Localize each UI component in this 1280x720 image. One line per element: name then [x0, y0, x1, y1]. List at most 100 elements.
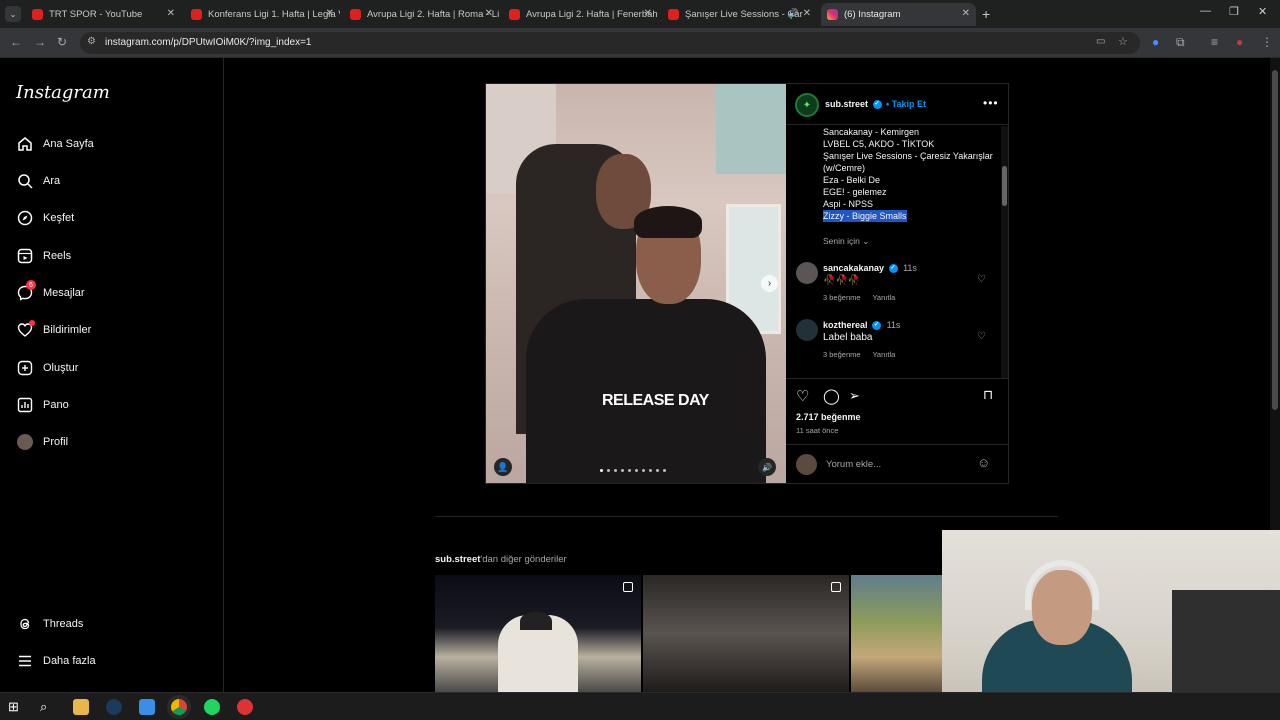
- close-icon[interactable]: ✕: [803, 8, 811, 19]
- browser-tab[interactable]: Avrupa Ligi 2. Hafta | Roma - Li ✕: [344, 3, 499, 26]
- comment-likes[interactable]: 3 beğenme: [823, 350, 861, 359]
- restore-button[interactable]: ❐: [1229, 5, 1239, 18]
- comment-author[interactable]: sancakakanay ✓ 11s: [823, 263, 917, 274]
- comment-text: 🥀🥀🥀: [823, 275, 861, 286]
- comment-likes[interactable]: 3 beğenme: [823, 293, 861, 302]
- browser-tab[interactable]: Konferans Ligi 1. Hafta | Legia V ✕: [185, 3, 340, 26]
- reply-button[interactable]: Yanıtla: [872, 293, 895, 302]
- chrome-icon[interactable]: [171, 699, 187, 715]
- close-icon[interactable]: ✕: [485, 8, 493, 19]
- file-explorer-icon[interactable]: [73, 699, 89, 715]
- comment-time: 11s: [886, 320, 901, 330]
- home-icon: [16, 135, 34, 153]
- avatar[interactable]: [796, 319, 818, 341]
- mute-button[interactable]: 🔊: [758, 458, 776, 476]
- more-posts-suffix: 'dan diğer gönderiler: [480, 554, 567, 565]
- install-app-icon[interactable]: ▭: [1096, 36, 1105, 47]
- sidebar-item-more[interactable]: Daha fazla: [16, 649, 96, 673]
- comment-bubble-icon[interactable]: ◯: [823, 387, 840, 405]
- comment-time: 11s: [903, 263, 917, 273]
- post-media[interactable]: RELEASE DAY › 👤 🔊: [486, 84, 786, 483]
- comment-text: Label baba: [823, 332, 873, 343]
- search-icon[interactable]: ⌕: [40, 699, 56, 715]
- sidebar-item-search[interactable]: Ara: [16, 169, 60, 193]
- sidebar-item-label: Mesajlar: [43, 287, 85, 299]
- more-post-thumbnail[interactable]: [435, 575, 641, 692]
- more-post-thumbnail[interactable]: [643, 575, 849, 692]
- extension-icon[interactable]: ●: [1152, 35, 1159, 49]
- post-username-link[interactable]: sub.street ✓: [825, 99, 882, 110]
- avatar[interactable]: [796, 262, 818, 284]
- comment-author[interactable]: kozthereal ✓ 11s: [823, 320, 901, 331]
- browser-tab-active[interactable]: (6) Instagram ✕: [821, 3, 976, 26]
- app-icon[interactable]: [237, 699, 253, 715]
- next-slide-button[interactable]: ›: [761, 275, 778, 292]
- close-icon[interactable]: ✕: [326, 8, 334, 19]
- tab-title: (6) Instagram: [844, 9, 901, 20]
- close-window-button[interactable]: ✕: [1258, 5, 1267, 18]
- more-options-icon[interactable]: •••: [983, 96, 999, 110]
- speaker-icon[interactable]: 🔊: [788, 8, 799, 19]
- heart-icon[interactable]: ♡: [977, 274, 986, 285]
- browser-tab[interactable]: TRT SPOR - YouTube ✕: [26, 3, 181, 26]
- address-bar[interactable]: ⚙ instagram.com/p/DPUtwIOiM0K/?img_index…: [80, 32, 1140, 54]
- save-bookmark-icon[interactable]: ⊓: [983, 387, 993, 403]
- post-actions: ♡ ◯ ➢ ⊓ 2.717 beğenme 11 saat önce: [786, 378, 1008, 443]
- sidebar-item-dashboard[interactable]: Pano: [16, 393, 69, 417]
- close-icon[interactable]: ✕: [167, 8, 175, 19]
- translation-toggle[interactable]: Senin için ⌄: [823, 236, 869, 247]
- forward-icon[interactable]: →: [34, 35, 46, 49]
- back-icon[interactable]: ←: [10, 35, 22, 49]
- spotify-icon[interactable]: [204, 699, 220, 715]
- close-icon[interactable]: ✕: [644, 8, 652, 19]
- site-info-icon[interactable]: ⚙: [87, 36, 96, 47]
- sidebar-item-create[interactable]: Oluştur: [16, 356, 78, 380]
- like-heart-icon[interactable]: ♡: [796, 387, 809, 405]
- kebab-menu-icon[interactable]: ⋮: [1261, 35, 1273, 49]
- sidebar-item-label: Oluştur: [43, 362, 79, 374]
- emoji-icon[interactable]: ☺: [977, 455, 990, 470]
- reload-icon[interactable]: ↻: [57, 35, 67, 49]
- heart-icon[interactable]: ♡: [977, 331, 986, 342]
- user-tag-icon[interactable]: 👤: [494, 458, 512, 476]
- sidebar-item-notifications[interactable]: Bildirimler: [16, 318, 91, 342]
- follow-button[interactable]: • Takip Et: [886, 99, 926, 109]
- sidebar-item-home[interactable]: Ana Sayfa: [16, 132, 94, 156]
- new-tab-button[interactable]: +: [982, 6, 990, 22]
- more-posts-user[interactable]: sub.street: [435, 554, 480, 565]
- caption-line-selected: Zizzy - Biggie Smalls: [823, 210, 907, 222]
- start-windows-icon[interactable]: ⊞: [8, 699, 24, 715]
- verified-badge-icon: ✓: [872, 321, 882, 331]
- instagram-logo[interactable]: Instagram: [16, 82, 110, 103]
- avatar[interactable]: ✦: [795, 93, 819, 117]
- browser-tab[interactable]: Şanışer Live Sessions - Çare 🔊 ✕: [662, 3, 817, 26]
- close-icon[interactable]: ✕: [962, 8, 970, 19]
- media-control-icon[interactable]: ≡: [1211, 35, 1218, 49]
- comment-input[interactable]: Yorum ekle...: [826, 459, 881, 470]
- url-text: instagram.com/p/DPUtwIOiM0K/?img_index=1: [105, 37, 312, 48]
- browser-tab[interactable]: Avrupa Ligi 2. Hafta | Fenerbahç ✕: [503, 3, 658, 26]
- tab-search-button[interactable]: ⌄: [5, 6, 21, 22]
- bookmark-star-icon[interactable]: ☆: [1118, 35, 1128, 48]
- notification-badge: 6: [26, 280, 36, 290]
- tab-title: Avrupa Ligi 2. Hafta | Roma - Li: [367, 9, 499, 20]
- heart-icon: [16, 320, 35, 339]
- caption-line: Aspi - NPSS: [823, 199, 874, 209]
- youtube-icon: [668, 9, 679, 20]
- store-icon[interactable]: [139, 699, 155, 715]
- sidebar-item-messages[interactable]: 6 Mesajlar: [16, 280, 85, 305]
- minimize-button[interactable]: —: [1200, 5, 1211, 17]
- share-send-icon[interactable]: ➢: [849, 388, 860, 404]
- sidebar-item-reels[interactable]: Reels: [16, 244, 71, 268]
- more-post-thumbnail[interactable]: [851, 575, 942, 692]
- sidebar-item-threads[interactable]: Threads: [16, 612, 83, 636]
- comments-scrollbar[interactable]: [1001, 126, 1008, 378]
- steam-icon[interactable]: [106, 699, 122, 715]
- sidebar-item-profile[interactable]: Profil: [16, 430, 68, 454]
- reply-button[interactable]: Yanıtla: [872, 350, 895, 359]
- plus-square-icon: [16, 359, 34, 377]
- likes-count[interactable]: 2.717 beğenme: [796, 412, 861, 422]
- sidebar-item-explore[interactable]: Keşfet: [16, 206, 74, 230]
- puzzle-icon[interactable]: ⧉: [1176, 35, 1185, 50]
- profile-avatar-icon[interactable]: ●: [1236, 35, 1243, 49]
